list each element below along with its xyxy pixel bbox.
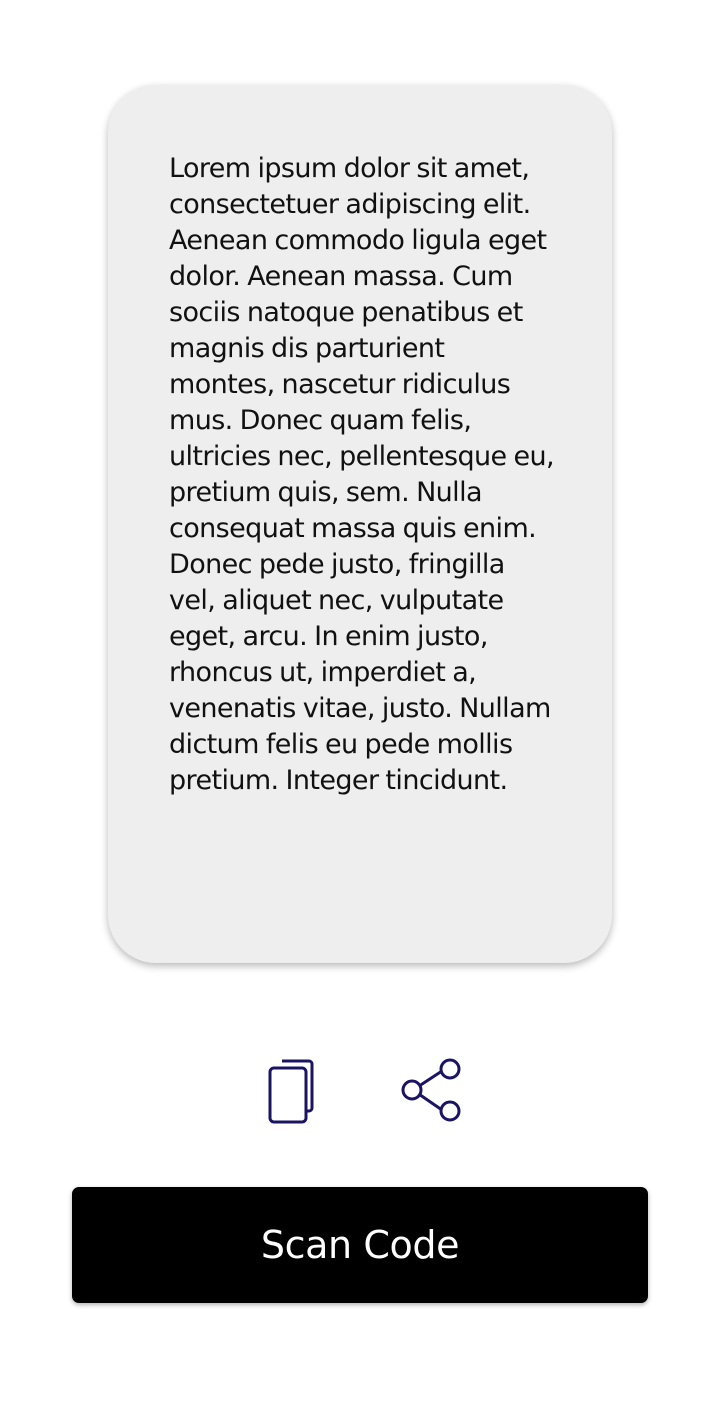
share-icon bbox=[401, 1058, 461, 1122]
copy-icon bbox=[268, 1059, 314, 1124]
copy-button[interactable] bbox=[252, 1055, 324, 1127]
scan-code-label: Scan Code bbox=[260, 1223, 460, 1267]
scan-result-card: Lorem ipsum dolor sit amet, consectetuer… bbox=[108, 85, 612, 963]
scan-code-button[interactable]: Scan Code bbox=[72, 1187, 648, 1303]
action-row bbox=[0, 1055, 720, 1127]
share-button[interactable] bbox=[396, 1055, 468, 1127]
scan-result-text: Lorem ipsum dolor sit amet, consectetuer… bbox=[169, 153, 555, 796]
